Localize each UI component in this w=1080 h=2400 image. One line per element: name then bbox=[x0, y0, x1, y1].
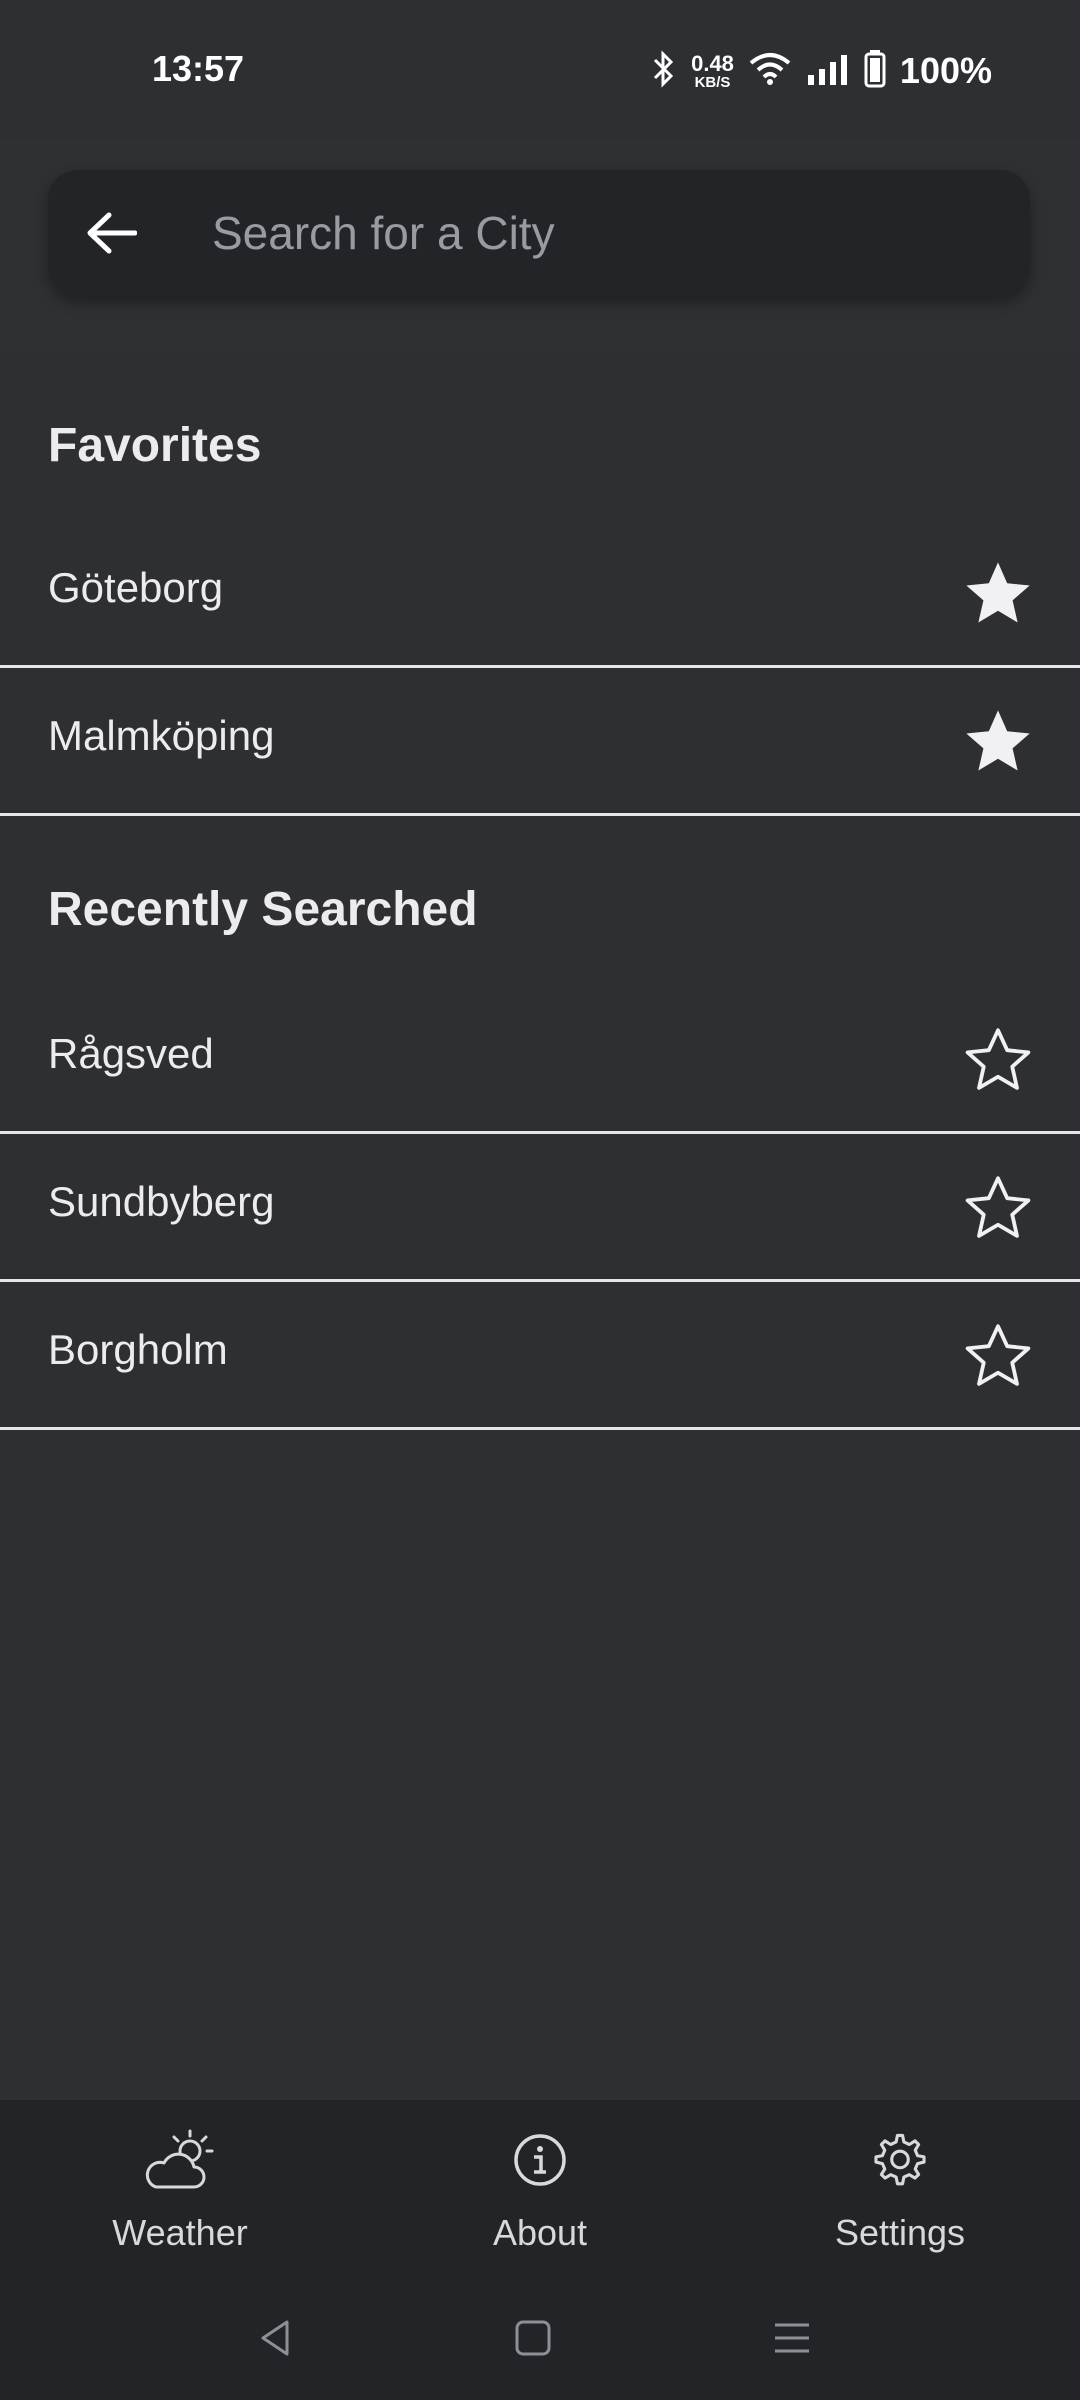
system-nav-bar bbox=[0, 2280, 1080, 2400]
star-outline-icon[interactable] bbox=[960, 1318, 1036, 1394]
nav-label: Weather bbox=[112, 2212, 248, 2253]
search-input[interactable] bbox=[212, 200, 972, 266]
status-time: 13:57 bbox=[152, 48, 245, 89]
system-home-button[interactable] bbox=[503, 2308, 563, 2368]
star-filled-icon[interactable] bbox=[960, 704, 1036, 780]
signal-icon bbox=[806, 53, 850, 90]
square-home-icon bbox=[515, 2320, 551, 2356]
menu-icon bbox=[775, 2323, 809, 2353]
nav-item-about[interactable]: About bbox=[390, 2120, 690, 2270]
city-name: Rågsved bbox=[48, 1030, 214, 1077]
gear-icon bbox=[860, 2120, 940, 2200]
net-speed-value: 0.48 bbox=[691, 50, 734, 76]
nav-label: About bbox=[492, 2212, 588, 2253]
system-back-button[interactable] bbox=[245, 2308, 305, 2368]
recent-row[interactable]: Borgholm bbox=[0, 1282, 1080, 1430]
favorite-row[interactable]: Göteborg bbox=[0, 520, 1080, 668]
city-name: Borgholm bbox=[48, 1326, 228, 1373]
nav-item-weather[interactable]: Weather bbox=[30, 2120, 330, 2270]
bottom-nav: Weather About Settings bbox=[0, 2100, 1080, 2280]
back-button[interactable] bbox=[76, 198, 146, 268]
recent-title: Recently Searched bbox=[48, 883, 478, 936]
nav-label: Settings bbox=[834, 2212, 966, 2253]
wifi-icon bbox=[748, 51, 792, 92]
net-speed: 0.48 KB/S bbox=[691, 50, 734, 91]
net-speed-unit: KB/S bbox=[694, 73, 731, 91]
favorite-row[interactable]: Malmköping bbox=[0, 668, 1080, 816]
battery-percentage: 100% bbox=[899, 50, 992, 91]
weather-icon bbox=[140, 2120, 220, 2200]
recent-row[interactable]: Sundbyberg bbox=[0, 1134, 1080, 1282]
arrow-left-icon bbox=[87, 212, 137, 254]
status-icons: 0.48 KB/S 100% bbox=[651, 46, 992, 96]
info-icon bbox=[500, 2120, 580, 2200]
star-filled-icon[interactable] bbox=[960, 556, 1036, 632]
city-name: Malmköping bbox=[48, 712, 275, 759]
battery-icon bbox=[864, 49, 886, 93]
star-outline-icon[interactable] bbox=[960, 1170, 1036, 1246]
bluetooth-icon bbox=[651, 49, 677, 94]
star-outline-icon[interactable] bbox=[960, 1022, 1036, 1098]
city-name: Göteborg bbox=[48, 564, 224, 611]
nav-item-settings[interactable]: Settings bbox=[750, 2120, 1050, 2270]
city-name: Sundbyberg bbox=[48, 1178, 275, 1225]
status-bar: 13:57 0.48 KB/S 100% bbox=[0, 0, 1080, 140]
recent-row[interactable]: Rågsved bbox=[0, 986, 1080, 1134]
system-menu-button[interactable] bbox=[762, 2308, 822, 2368]
search-bar bbox=[48, 170, 1030, 296]
favorites-title: Favorites bbox=[48, 419, 262, 472]
triangle-back-icon bbox=[261, 2320, 289, 2356]
